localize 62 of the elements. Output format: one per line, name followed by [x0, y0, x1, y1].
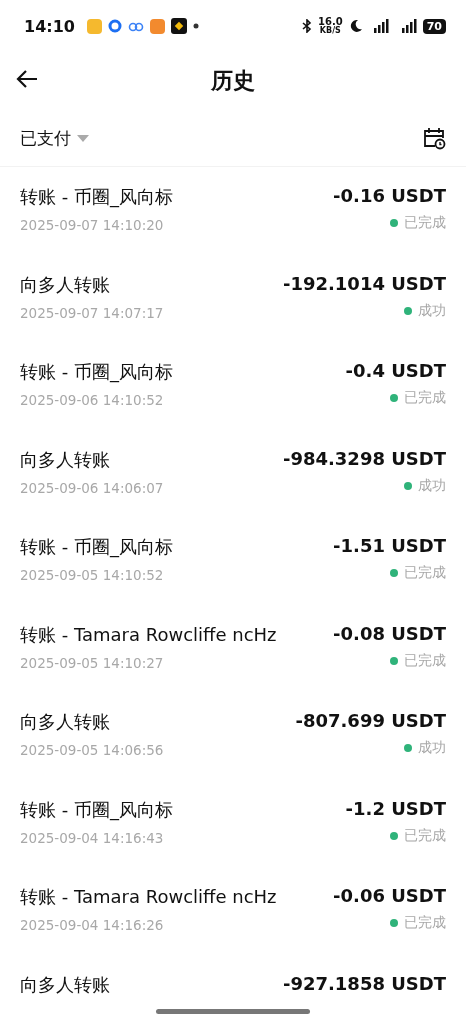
back-arrow-icon[interactable] [16, 69, 38, 89]
moon-icon [348, 19, 363, 33]
transaction-amount: -0.06 USDT [333, 885, 446, 906]
transaction-status: 已完成 [404, 914, 446, 932]
transaction-status: 已完成 [404, 389, 446, 407]
transaction-amount: -1.51 USDT [333, 535, 446, 556]
cloud-app-icon [127, 20, 144, 32]
transaction-date: 2025-09-07 14:07:17 [20, 304, 164, 321]
transaction-date: 2025-09-04 14:16:26 [20, 917, 165, 933]
transaction-amount: -807.699 USDT [295, 710, 446, 731]
transaction-amount: -192.1014 USDT [282, 272, 446, 294]
status-dot [404, 481, 412, 490]
bluetooth-icon [302, 19, 312, 33]
transaction-title: 转账 - Tamara Rowcliffe ncHz [20, 885, 277, 909]
status-dot [390, 394, 398, 402]
transaction-title: 向多人转账 [20, 447, 111, 472]
status-dot [390, 919, 398, 927]
transaction-status: 已完成 [404, 826, 446, 845]
transaction-date: 2025-09-05 14:06:56 [20, 742, 164, 758]
status-dot [390, 569, 398, 577]
status-dot [390, 219, 398, 227]
transaction-status: 已完成 [404, 214, 446, 232]
network-speed: 16.0 [318, 17, 343, 27]
transaction-amount: -0.4 USDT [345, 360, 446, 381]
transaction-title: 转账 - 币圈_风向标 [20, 185, 173, 209]
transaction-date: 2025-09-05 14:10:27 [20, 654, 165, 671]
transaction-date: 2025-09-06 14:06:07 [20, 479, 164, 496]
status-time: 14:10 [24, 16, 75, 36]
transaction-amount: -1.2 USDT [345, 797, 446, 819]
transaction-status: 已完成 [404, 564, 446, 582]
transaction-status: 成功 [418, 739, 446, 757]
transaction-amount: -0.08 USDT [333, 622, 446, 644]
calendar-clock-icon[interactable] [422, 126, 446, 150]
transaction-status: 已完成 [404, 651, 446, 670]
transaction-status: 成功 [418, 301, 446, 320]
transaction-date: 2025-09-06 14:10:52 [20, 392, 165, 408]
status-dot [404, 744, 412, 752]
transaction-date: 2025-09-07 14:10:20 [20, 217, 165, 233]
transaction-amount: -927.1858 USDT [282, 972, 446, 994]
caret-icon [77, 134, 89, 142]
diamond-app-icon [170, 18, 187, 34]
transaction-amount: -0.16 USDT [333, 185, 446, 206]
dot-icon [192, 23, 199, 29]
status-dot [390, 656, 398, 665]
transaction-status: 成功 [418, 476, 446, 495]
transaction-title: 转账 - Tamara Rowcliffe ncHz [20, 622, 277, 647]
status-dot [390, 831, 398, 840]
transaction-date: 2025-09-04 14:16:43 [20, 829, 165, 846]
transaction-title: 转账 - 币圈_风向标 [20, 535, 173, 559]
transaction-date: 2025-09-05 14:10:52 [20, 567, 165, 583]
transaction-amount: -984.3298 USDT [282, 447, 446, 469]
transaction-title: 向多人转账 [20, 972, 110, 997]
circle-app-icon [107, 19, 122, 33]
transaction-title: 转账 - 币圈_风向标 [20, 360, 173, 384]
page-title: 历史 [211, 67, 255, 95]
filter-dropdown[interactable]: 已支付 [20, 126, 89, 150]
status-dot [404, 306, 412, 315]
speed-unit: KB/S [319, 27, 341, 35]
transaction-title: 向多人转账 [20, 710, 111, 734]
battery-level: 70 [422, 18, 446, 34]
transaction-title: 转账 - 币圈_风向标 [20, 797, 173, 822]
transaction-title: 向多人转账 [20, 272, 111, 297]
